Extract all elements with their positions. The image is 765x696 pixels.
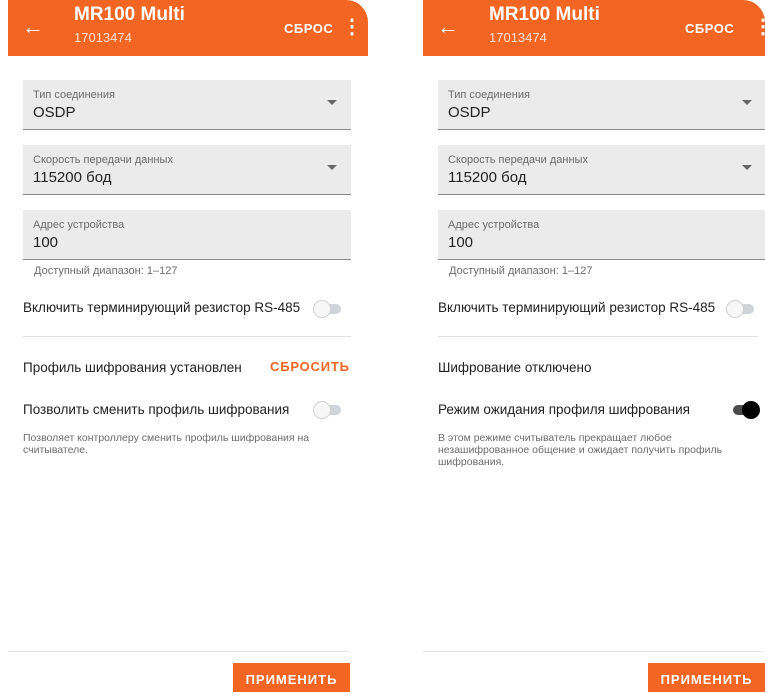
reset-button[interactable]: СБРОС (284, 21, 333, 36)
arrow-left-icon[interactable]: ← (437, 14, 459, 40)
field-label: Адрес устройства (448, 219, 540, 231)
toggle-thumb (313, 401, 331, 419)
toggle-thumb (313, 300, 331, 318)
reset-button[interactable]: СБРОС (685, 21, 734, 36)
more-vert-icon[interactable]: ⋮ (342, 17, 362, 37)
baud-rate-select[interactable]: Скорость передачи данных 115200 бод (23, 145, 351, 195)
field-label: Тип соединения (448, 89, 530, 101)
dropdown-arrow-icon (327, 165, 337, 170)
termination-resistor-label: Включить терминирующий резистор RS-485 (438, 300, 716, 315)
allow-profile-change-toggle[interactable] (313, 401, 343, 419)
device-serial: 17013474 (489, 30, 547, 45)
arrow-left-icon[interactable]: ← (22, 14, 44, 40)
connection-type-select[interactable]: Тип соединения OSDP (23, 80, 351, 130)
device-address-input[interactable]: Адрес устройства 100 (23, 210, 351, 260)
field-value: 115200 бод (33, 169, 112, 186)
app-bar: ← MR100 Multi 17013474 СБРОС ⋮ (8, 0, 368, 56)
settings-screen-encryption-installed: ← MR100 Multi 17013474 СБРОС ⋮ Тип соеди… (8, 0, 368, 692)
device-serial: 17013474 (74, 30, 132, 45)
device-address-input[interactable]: Адрес устройства 100 (438, 210, 765, 260)
toggle-thumb (726, 300, 744, 318)
termination-resistor-toggle[interactable] (313, 300, 343, 318)
profile-wait-mode-label: Режим ожидания профиля шифрования (438, 402, 690, 417)
divider (438, 336, 758, 337)
dropdown-arrow-icon (327, 100, 337, 105)
field-label: Скорость передачи данных (33, 154, 173, 166)
termination-resistor-toggle[interactable] (726, 300, 756, 318)
encryption-status-text: Шифрование отключено (438, 360, 592, 375)
encryption-reset-link[interactable]: СБРОСИТЬ (270, 359, 350, 374)
dropdown-arrow-icon (742, 165, 752, 170)
more-vert-icon[interactable]: ⋮ (753, 17, 765, 37)
field-label: Тип соединения (33, 89, 115, 101)
divider (23, 336, 351, 337)
toggle-thumb (742, 401, 760, 419)
allow-profile-change-label: Позволить сменить профиль шифрования (23, 402, 290, 417)
baud-rate-select[interactable]: Скорость передачи данных 115200 бод (438, 145, 765, 195)
app-bar: ← MR100 Multi 17013474 СБРОС ⋮ (423, 0, 765, 56)
field-value: 115200 бод (448, 169, 527, 186)
field-label: Адрес устройства (33, 219, 125, 231)
option-description: Позволяет контроллеру сменить профиль ши… (23, 432, 310, 456)
dropdown-arrow-icon (742, 100, 752, 105)
field-value: 100 (33, 234, 59, 251)
field-value: OSDP (448, 104, 491, 121)
page-title: MR100 Multi (74, 4, 185, 25)
field-value: OSDP (33, 104, 76, 121)
bottom-divider (423, 651, 763, 652)
encryption-status-text: Профиль шифрования установлен (23, 360, 242, 375)
address-range-hint: Доступный диапазон: 1–127 (449, 265, 593, 277)
address-range-hint: Доступный диапазон: 1–127 (34, 265, 178, 277)
option-description: В этом режиме считыватель прекращает люб… (438, 432, 723, 468)
bottom-divider (8, 651, 348, 652)
profile-wait-mode-toggle[interactable] (729, 401, 760, 419)
settings-screen-encryption-disabled: ← MR100 Multi 17013474 СБРОС ⋮ Тип соеди… (423, 0, 765, 692)
termination-resistor-label: Включить терминирующий резистор RS-485 (23, 300, 301, 315)
apply-button[interactable]: ПРИМЕНИТЬ (233, 663, 350, 692)
connection-type-select[interactable]: Тип соединения OSDP (438, 80, 765, 130)
field-label: Скорость передачи данных (448, 154, 588, 166)
field-value: 100 (448, 234, 474, 251)
page-title: MR100 Multi (489, 4, 600, 25)
apply-button[interactable]: ПРИМЕНИТЬ (648, 663, 765, 692)
